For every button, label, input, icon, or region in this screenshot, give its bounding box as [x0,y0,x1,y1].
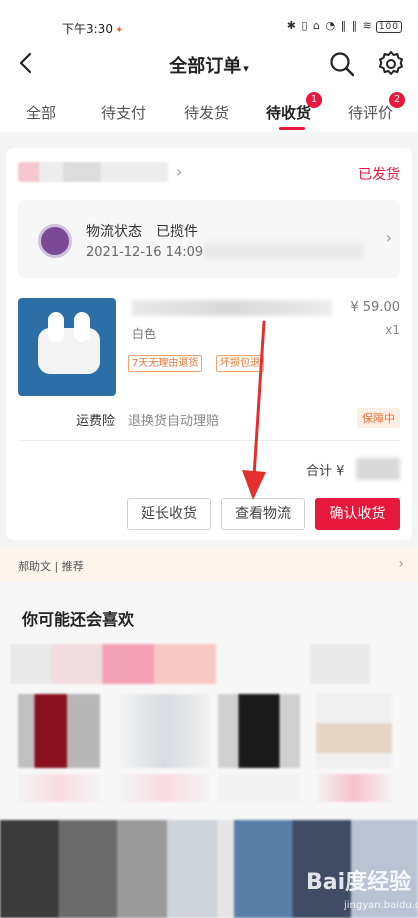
tab-badge: 2 [389,92,405,108]
battery-icon: 100 [375,21,402,33]
insurance-label: 运费险 [76,414,116,429]
redacted-strip [10,644,216,684]
courier-avatar [38,224,72,258]
search-icon[interactable] [328,50,356,78]
damage-refund-tag: 坏损包退 [216,355,264,372]
status-icons: ✱ ▯ ⌂ ◔ ‖ ‖ ≋ 100 [287,19,402,33]
total-label: 合计 ¥ [306,464,345,479]
earbud-right [74,312,90,342]
tab-pending-receipt[interactable]: 待收货 [266,102,311,123]
earbud-left [48,312,64,342]
logistics-label: 物流状态 [86,224,142,240]
order-tabs: 全部 待支付 待发货 待收货 1 待评价 2 [0,90,418,132]
chevron-right-icon: › [398,556,404,572]
order-card: › 已发货 物流状态 已揽件 2021-12-16 14:09 › ¥ 59.0… [6,148,412,540]
insurance-badge: 保障中 [357,408,400,428]
order-status: 已发货 [358,167,400,183]
recommended-item-image[interactable] [218,694,300,768]
chevron-right-icon: › [176,162,183,181]
total-amount-redacted [356,458,400,480]
recommended-item-image[interactable] [18,694,100,768]
tab-pending-payment[interactable]: 待支付 [101,102,146,123]
recommend-text: 郝助文 | 推荐 [18,560,84,573]
recommended-item-info [18,774,100,802]
tab-pending-review[interactable]: 待评价 [348,102,393,123]
status-bar: 下午3:30 ✦ ✱ ▯ ⌂ ◔ ‖ ‖ ≋ 100 [0,0,418,40]
watermark-brand: Bai度经验 [306,870,412,895]
insurance-desc: 退换货自动理赔 [128,414,220,429]
recommended-item-image[interactable] [120,694,210,768]
watermark-url: jingyan.baidu.com [344,900,418,911]
chevron-down-icon: ▾ [243,62,249,75]
header: 全部订单 ▾ [0,40,418,90]
flame-icon: ✦ [114,25,124,36]
recommend-bar[interactable]: 郝助文 | 推荐 › [0,548,418,582]
product-price: ¥ 59.00 [350,300,400,315]
tab-all[interactable]: 全部 [26,102,56,123]
logistics-panel[interactable]: 物流状态 已揽件 2021-12-16 14:09 › [18,200,400,278]
baidu-watermark: Bai度经验 jingyan.baidu.com [300,860,418,916]
recommended-item-info [120,774,210,802]
recommended-item-info [218,774,300,802]
product-variant: 白色 [132,327,157,341]
product-name-redacted[interactable] [132,300,332,316]
extend-receipt-button[interactable]: 延长收货 [127,498,211,530]
chevron-right-icon: › [385,228,392,247]
status-time: 下午3:30 ✦ [62,22,124,36]
shop-row[interactable]: › 已发货 [6,148,412,198]
confirm-receipt-button[interactable]: 确认收货 [315,498,400,530]
return-policy-tag: 7天无理由退货 [128,355,203,372]
gear-icon[interactable] [376,49,406,79]
logistics-status: 已揽件 [156,224,198,240]
redacted-strip [310,644,370,684]
recommendations-title: 你可能还会喜欢 [22,610,135,629]
divider [18,440,400,441]
tab-pending-shipment[interactable]: 待发货 [184,102,229,123]
logistics-detail-redacted [204,242,364,260]
tab-badge: 1 [306,92,322,108]
recommended-item-image[interactable] [316,694,392,768]
shop-name-redacted [18,162,168,182]
active-tab-indicator [279,127,305,130]
product-image[interactable] [18,298,116,396]
product-qty: x1 [385,323,400,337]
recommended-item-info [316,774,392,802]
view-logistics-button[interactable]: 查看物流 [221,498,305,530]
logistics-date: 2021-12-16 14:09 [86,245,204,260]
